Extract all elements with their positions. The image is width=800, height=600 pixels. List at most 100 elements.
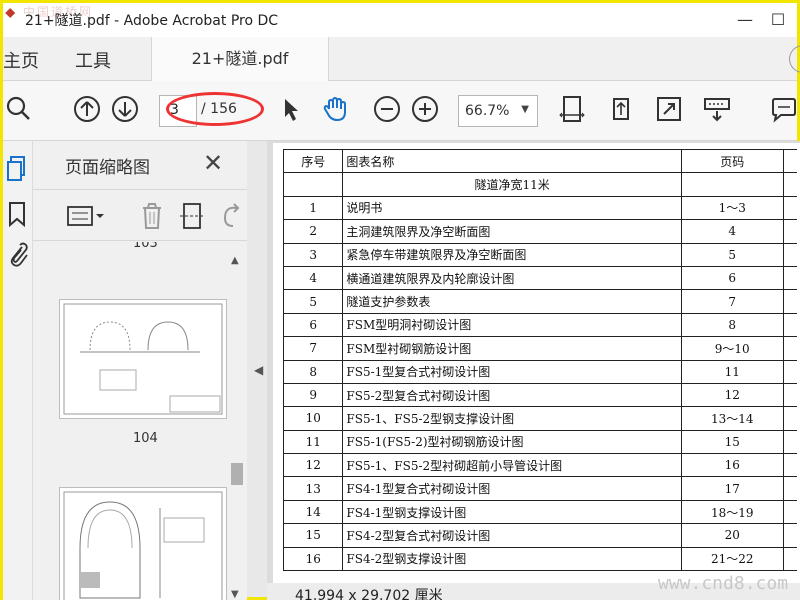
table-row: 11 FS5-1(FS5-2)型衬砌钢筋设计图 15 bbox=[282, 429, 797, 455]
header-extra bbox=[782, 148, 797, 174]
sign-in-button[interactable] bbox=[789, 45, 800, 73]
row-extra bbox=[782, 289, 797, 314]
row-no: 9 bbox=[282, 382, 344, 408]
row-name: 隧道支护参数表 bbox=[342, 289, 682, 314]
fit-page-icon[interactable] bbox=[558, 95, 586, 123]
tab-bar: 主页 工具 21+隧道.pdf bbox=[3, 37, 800, 81]
thumbnail-options-icon[interactable] bbox=[67, 204, 105, 228]
row-no: 5 bbox=[282, 289, 344, 314]
row-name: FS4-2型钢支撑设计图 bbox=[342, 546, 682, 572]
row-page: 18～19 bbox=[680, 499, 784, 525]
comment-icon[interactable] bbox=[769, 95, 797, 123]
row-page: 13～14 bbox=[680, 406, 784, 431]
row-no: 4 bbox=[282, 265, 344, 291]
table-row: 2 主洞建筑限界及净空断面图 4 bbox=[282, 219, 797, 244]
row-no: 12 bbox=[282, 453, 344, 478]
row-page: 6 bbox=[680, 265, 784, 291]
row-name: FSM型明洞衬砌设计图 bbox=[342, 312, 682, 338]
section-title: 隧道净宽11米 bbox=[342, 172, 682, 197]
thumbnail-scrollbar[interactable]: ▲ ▼ bbox=[229, 255, 243, 600]
search-icon[interactable] bbox=[5, 95, 33, 123]
table-row: 16 FS4-2型钢支撑设计图 21～22 bbox=[282, 546, 797, 572]
thumbnail-scroll-thumb[interactable] bbox=[231, 463, 243, 485]
row-page: 9～10 bbox=[680, 336, 784, 361]
table-row: 15 FS4-2型复合式衬砌设计图 20 bbox=[282, 523, 797, 548]
zoom-in-icon[interactable] bbox=[411, 95, 439, 123]
tab-document[interactable]: 21+隧道.pdf bbox=[151, 37, 329, 81]
scroll-up-icon[interactable]: ▲ bbox=[231, 255, 239, 266]
scroll-down-icon[interactable]: ▼ bbox=[231, 589, 239, 600]
row-extra bbox=[782, 265, 797, 291]
tab-tools[interactable]: 工具 bbox=[75, 47, 111, 73]
zoom-select[interactable]: 66.7% ▼ bbox=[458, 95, 538, 127]
table-row: 3 紧急停车带建筑限界及净空断面图 5 bbox=[282, 242, 797, 267]
row-extra bbox=[782, 219, 797, 244]
row-extra bbox=[782, 406, 797, 431]
row-no: 7 bbox=[282, 336, 344, 361]
extract-page-icon[interactable] bbox=[179, 202, 205, 230]
select-cursor-icon[interactable] bbox=[277, 95, 305, 123]
rotate-icon[interactable] bbox=[607, 95, 635, 123]
header-name: 图表名称 bbox=[342, 148, 682, 174]
row-no: 13 bbox=[282, 476, 344, 501]
fullscreen-icon[interactable] bbox=[655, 95, 683, 123]
thumbnail-label-104: 104 bbox=[133, 431, 158, 446]
table-row: 12 FS5-1、FS5-2型衬砌超前小导管设计图 16 bbox=[282, 453, 797, 478]
row-extra bbox=[782, 336, 797, 361]
row-name: FS5-2型复合式衬砌设计图 bbox=[342, 382, 682, 408]
row-page: 11 bbox=[680, 359, 784, 384]
row-extra bbox=[782, 453, 797, 478]
site-watermark: www.cnd8.com bbox=[658, 573, 789, 594]
panel-title: 页面缩略图 bbox=[65, 158, 150, 178]
hand-icon[interactable] bbox=[321, 95, 349, 123]
row-name: FS4-1型钢支撑设计图 bbox=[342, 499, 682, 525]
row-page: 17 bbox=[680, 476, 784, 501]
keyboard-icon[interactable] bbox=[703, 95, 731, 123]
header-page: 页码 bbox=[680, 148, 784, 174]
row-no: 2 bbox=[282, 219, 344, 244]
page-thumbnails-icon[interactable] bbox=[6, 155, 28, 183]
page-thumbnail-104[interactable] bbox=[59, 299, 227, 419]
row-page: 5 bbox=[680, 242, 784, 267]
section-extra bbox=[782, 172, 797, 197]
section-no bbox=[282, 172, 344, 197]
minimize-button[interactable]: — bbox=[725, 7, 765, 33]
page-up-icon[interactable] bbox=[73, 95, 101, 123]
thumbnail-panel: 页面缩略图 ✕ 103 104 ▲ ▼ bbox=[33, 141, 247, 600]
page-thumbnail-105[interactable] bbox=[59, 487, 227, 600]
row-name: FS5-1、FS5-2型钢支撑设计图 bbox=[342, 406, 682, 431]
table-row: 8 FS5-1型复合式衬砌设计图 11 bbox=[282, 359, 797, 384]
table-row: 4 横通道建筑限界及内轮廓设计图 6 bbox=[282, 265, 797, 291]
row-no: 10 bbox=[282, 406, 344, 431]
maximize-button[interactable]: ☐ bbox=[763, 7, 793, 33]
page-down-icon[interactable] bbox=[111, 95, 139, 123]
header-no: 序号 bbox=[282, 148, 344, 174]
row-extra bbox=[782, 523, 797, 548]
rotate-page-icon[interactable] bbox=[219, 202, 243, 230]
row-no: 16 bbox=[282, 546, 344, 572]
close-icon[interactable]: ✕ bbox=[203, 149, 223, 177]
thumbnail-drawing bbox=[63, 303, 223, 415]
tab-home[interactable]: 主页 bbox=[3, 47, 39, 73]
bookmark-icon[interactable] bbox=[7, 201, 27, 227]
row-name: 主洞建筑限界及净空断面图 bbox=[342, 219, 682, 244]
table-row: 7 FSM型衬砌钢筋设计图 9～10 bbox=[282, 336, 797, 361]
row-extra bbox=[782, 359, 797, 384]
delete-icon[interactable] bbox=[139, 202, 165, 230]
attachment-icon[interactable] bbox=[7, 241, 29, 269]
highlight-ellipse bbox=[166, 92, 264, 126]
zoom-out-icon[interactable] bbox=[373, 95, 401, 123]
row-page: 16 bbox=[680, 453, 784, 478]
row-name: FS5-1(FS5-2)型衬砌钢筋设计图 bbox=[342, 429, 682, 455]
app-logo-icon: ⯁ bbox=[5, 7, 16, 22]
table-row: 14 FS4-1型钢支撑设计图 18～19 bbox=[282, 499, 797, 525]
table-row: 13 FS4-1型复合式衬砌设计图 17 bbox=[282, 476, 797, 501]
row-page: 8 bbox=[680, 312, 784, 338]
row-extra bbox=[782, 195, 797, 221]
row-page: 15 bbox=[680, 429, 784, 455]
table-row: 1 说明书 1～3 bbox=[282, 195, 797, 221]
table-row: 5 隧道支护参数表 7 bbox=[282, 289, 797, 314]
row-extra bbox=[782, 476, 797, 501]
row-name: 说明书 bbox=[342, 195, 682, 221]
collapse-panel-icon[interactable]: ◀ bbox=[254, 363, 263, 377]
